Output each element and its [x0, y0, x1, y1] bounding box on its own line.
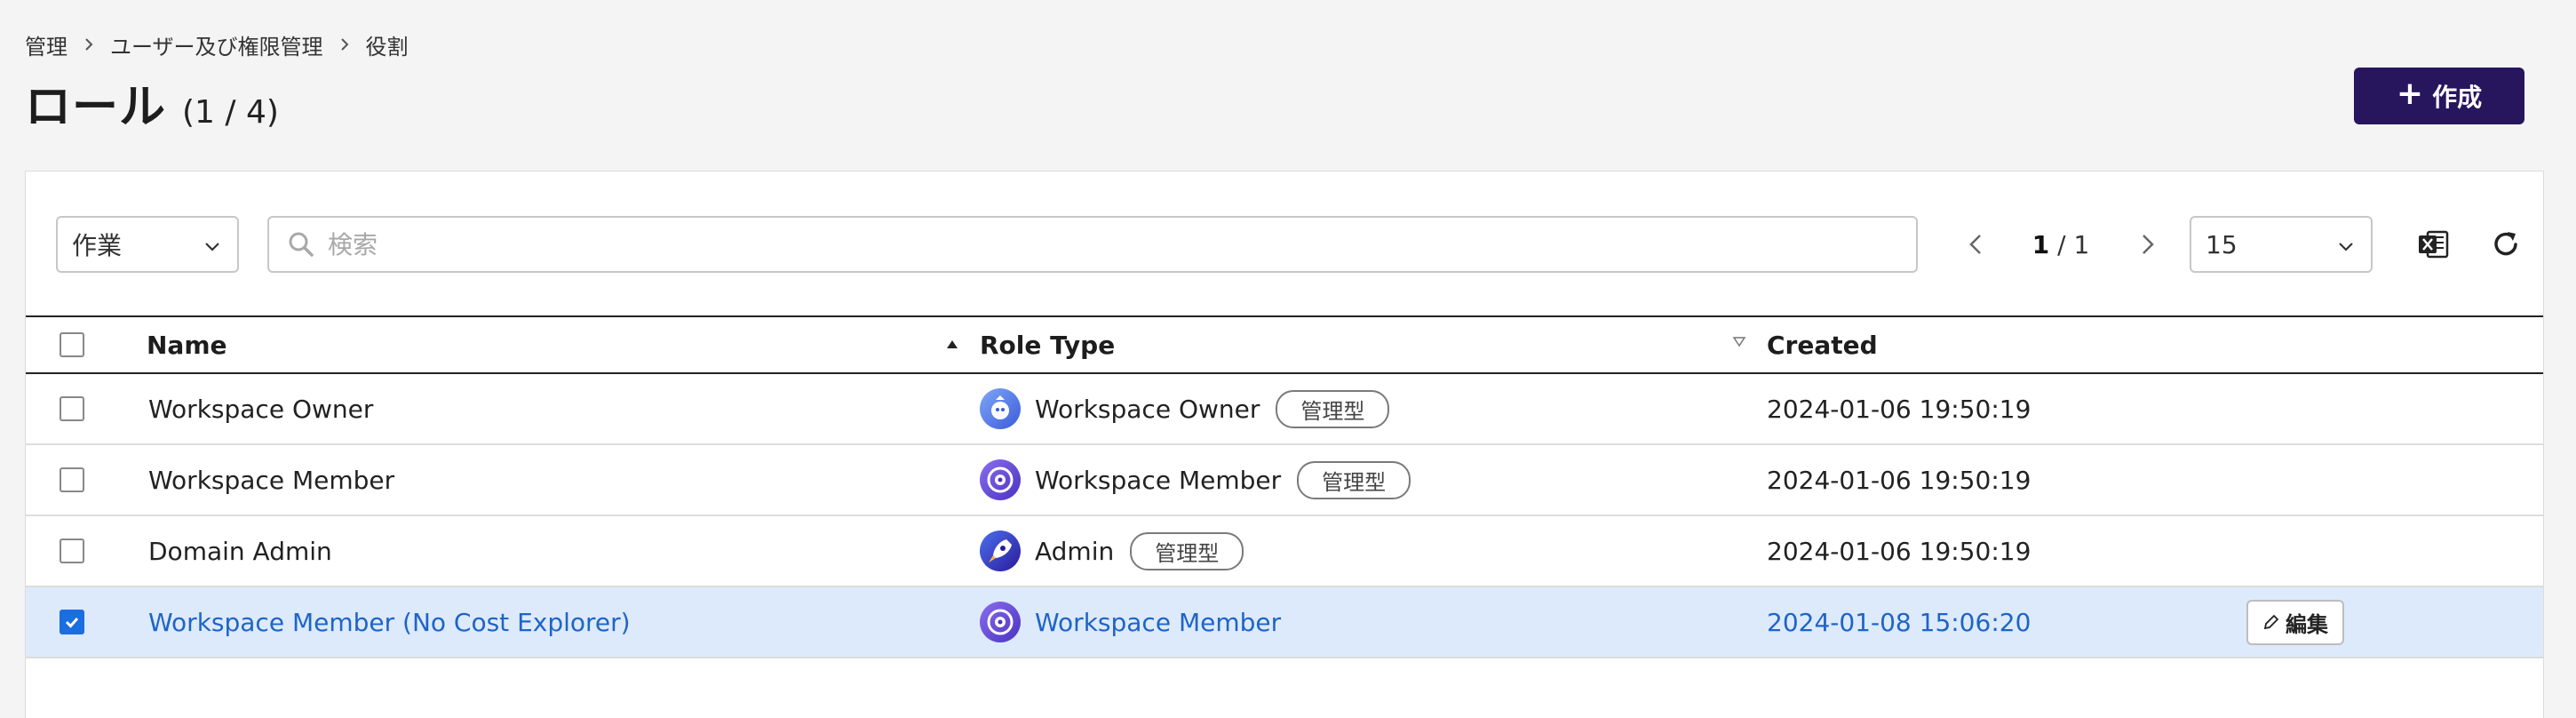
sort-descending-icon[interactable]	[1731, 333, 1747, 349]
managed-badge: 管理型	[1130, 531, 1244, 570]
checkmark-icon	[65, 618, 79, 628]
action-select-value: 作業	[72, 231, 123, 260]
chevron-down-icon	[205, 243, 219, 251]
breadcrumb-item-user-permissions[interactable]: ユーザー及び権限管理	[110, 29, 323, 60]
role-name: Workspace Member	[148, 465, 395, 495]
table-row[interactable]: Domain Admin Admin 管理型 2024-01-06 19:50:…	[26, 515, 2543, 586]
search-icon	[289, 232, 314, 257]
created-date: 2024-01-06 19:50:19	[1767, 536, 2031, 566]
chevron-down-icon	[2339, 243, 2353, 251]
role-type-label: Admin	[1035, 536, 1115, 566]
row-checkbox-checked[interactable]	[60, 610, 84, 634]
table-toolbar: 作業 1 / 1 15	[26, 172, 2543, 315]
chevron-right-icon	[68, 37, 110, 52]
role-type-label: Workspace Owner	[1035, 394, 1260, 424]
row-checkbox[interactable]	[60, 467, 84, 492]
breadcrumb-item-roles: 役割	[365, 34, 409, 60]
column-header-created[interactable]: Created	[1767, 316, 2246, 373]
table-row[interactable]: Workspace Owner Workspace Owner 管理型 2024…	[26, 373, 2543, 444]
roles-panel: 作業 1 / 1 15	[25, 171, 2544, 718]
pencil-icon	[2263, 614, 2279, 630]
managed-badge: 管理型	[1276, 389, 1390, 428]
managed-badge: 管理型	[1297, 460, 1411, 499]
edit-button[interactable]: 編集	[2246, 599, 2344, 645]
created-date: 2024-01-08 15:06:20	[1767, 607, 2031, 637]
column-header-name[interactable]: Name	[147, 316, 980, 373]
search-box[interactable]	[267, 216, 1918, 273]
role-type-label: Workspace Member	[1035, 607, 1282, 637]
breadcrumb-item-admin[interactable]: 管理	[25, 29, 68, 60]
created-date: 2024-01-06 19:50:19	[1767, 465, 2031, 495]
admin-role-icon	[980, 531, 1021, 571]
role-name: Workspace Member (No Cost Explorer)	[148, 607, 631, 637]
page-title: ロール (1 / 4)	[25, 69, 279, 134]
select-all-checkbox[interactable]	[60, 332, 84, 357]
row-checkbox[interactable]	[60, 538, 84, 563]
roles-table: Name Role Type Created Workspace Owner W…	[26, 315, 2543, 658]
table-row[interactable]: Workspace Member Workspace Member 管理型 20…	[26, 444, 2543, 515]
role-type-label: Workspace Member	[1035, 465, 1282, 495]
page-size-select[interactable]: 15	[2190, 216, 2373, 273]
workspace-member-role-icon	[980, 602, 1021, 642]
search-input[interactable]	[328, 229, 1838, 259]
workspace-member-role-icon	[980, 459, 1021, 500]
chevron-right-icon	[323, 37, 366, 52]
page-current: 1	[2031, 230, 2050, 259]
page-title-count: (1 / 4)	[182, 94, 279, 131]
create-button[interactable]: + 作成	[2354, 68, 2524, 124]
action-select[interactable]: 作業	[56, 216, 239, 273]
page-prev-icon[interactable]	[1962, 230, 1991, 259]
plus-icon: +	[2396, 76, 2424, 112]
created-date: 2024-01-06 19:50:19	[1767, 394, 2031, 424]
page-total: / 1	[2057, 230, 2090, 259]
column-header-role-type[interactable]: Role Type	[980, 316, 1767, 373]
excel-export-icon[interactable]	[2415, 227, 2451, 262]
role-name: Domain Admin	[148, 536, 332, 566]
page-indicator: 1 / 1	[2003, 230, 2119, 259]
workspace-owner-role-icon	[980, 388, 1021, 429]
edit-button-label: 編集	[2286, 611, 2328, 637]
sort-ascending-icon[interactable]	[944, 337, 960, 353]
table-row-selected[interactable]: Workspace Member (No Cost Explorer) Work…	[26, 586, 2543, 658]
page-title-text: ロール	[25, 81, 167, 134]
page-size-value: 15	[2206, 229, 2238, 259]
table-header-row: Name Role Type Created	[26, 316, 2543, 373]
create-button-label: 作成	[2432, 83, 2483, 112]
breadcrumb: 管理 ユーザー及び権限管理 役割	[25, 27, 409, 62]
refresh-icon[interactable]	[2488, 227, 2524, 262]
row-checkbox[interactable]	[60, 396, 84, 421]
page-next-icon[interactable]	[2133, 230, 2161, 259]
role-name: Workspace Owner	[148, 394, 374, 424]
